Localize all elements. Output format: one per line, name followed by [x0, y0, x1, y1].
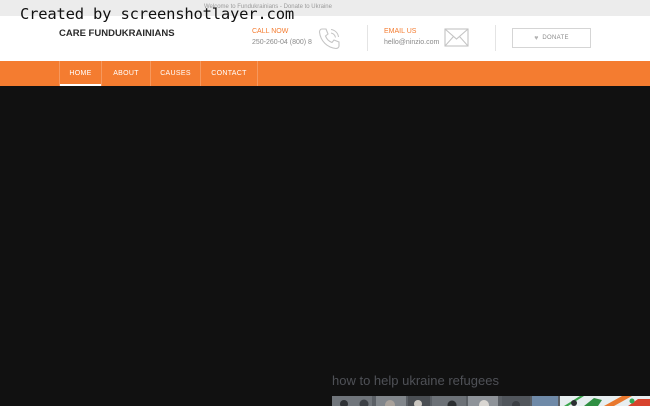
envelope-icon	[444, 28, 469, 47]
header-divider	[495, 25, 496, 51]
nav-item-contact[interactable]: CONTACT	[201, 61, 258, 86]
email-us-label: EMAIL US	[384, 28, 417, 35]
donate-button[interactable]: ♥ DONATE	[512, 28, 591, 48]
phone-icon	[318, 28, 340, 50]
nav-item-label: ABOUT	[113, 70, 139, 77]
promo-title[interactable]: how to help ukraine refugees	[332, 373, 499, 388]
nav-item-causes[interactable]: CAUSES	[151, 61, 201, 86]
phone-number[interactable]: 250-260-04 (800) 8	[252, 39, 312, 46]
header-divider	[367, 25, 368, 51]
hero-section	[0, 86, 650, 406]
heart-icon: ♥	[534, 34, 539, 42]
page: Welcome to Fundukrainians - Donate to Uk…	[0, 0, 650, 406]
email-address[interactable]: hello@ninzio.com	[384, 39, 439, 46]
refugees-photo[interactable]	[332, 396, 650, 406]
call-now-label: CALL NOW	[252, 28, 289, 35]
nav-item-home[interactable]: HOME	[59, 61, 102, 86]
watermark-text: Created by screenshotlayer.com	[20, 5, 294, 23]
site-logo[interactable]: CARE FUNDUKRAINIANS	[59, 28, 175, 39]
nav-item-label: CAUSES	[160, 70, 191, 77]
nav-item-label: HOME	[69, 70, 92, 77]
main-nav: HOME ABOUT CAUSES CONTACT	[0, 61, 650, 86]
nav-item-label: CONTACT	[211, 70, 247, 77]
nav-item-about[interactable]: ABOUT	[102, 61, 151, 86]
donate-label: DONATE	[542, 35, 569, 41]
